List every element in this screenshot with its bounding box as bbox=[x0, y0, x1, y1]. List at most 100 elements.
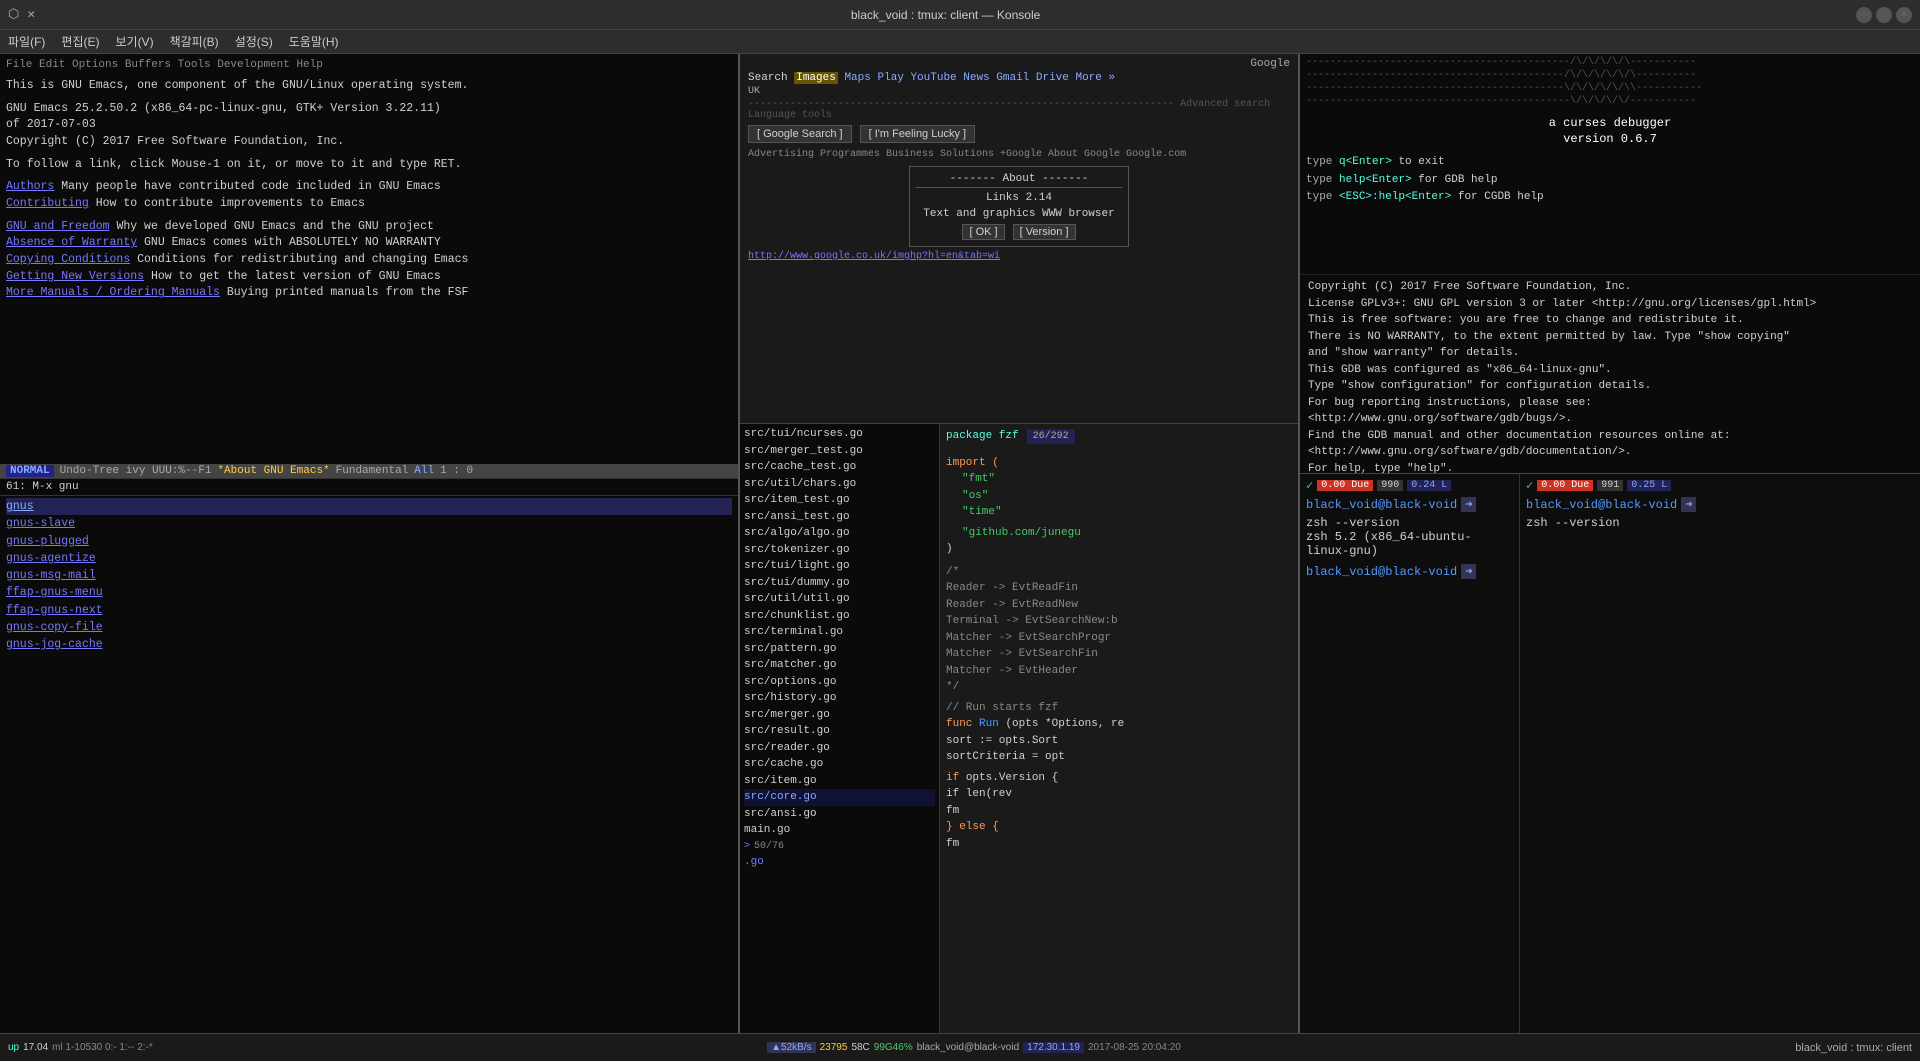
tmux1-due-badge: 0.00 Due bbox=[1317, 480, 1373, 491]
file-item-test[interactable]: src/item_test.go bbox=[744, 492, 935, 509]
title-bar-title: black_void : tmux: client — Konsole bbox=[35, 8, 1856, 22]
tmux1-hostname: black_void@black-void bbox=[1306, 498, 1457, 512]
file-terminal[interactable]: src/terminal.go bbox=[744, 624, 935, 641]
tmux1-header: ✓ 0.00 Due 990 0.24 L bbox=[1306, 478, 1513, 493]
file-chunklist[interactable]: src/chunklist.go bbox=[744, 608, 935, 625]
emacs-newver-link[interactable]: Getting New Versions bbox=[6, 270, 144, 283]
completion-gnus-plugged[interactable]: gnus-plugged bbox=[6, 533, 732, 550]
google-search-button[interactable]: [ Google Search ] bbox=[748, 125, 852, 143]
gdb-showconfig: Type "show configuration" for configurat… bbox=[1308, 378, 1912, 395]
code-len-line: if len(rev bbox=[946, 786, 1292, 803]
completion-gnus-copy-file[interactable]: gnus-copy-file bbox=[6, 619, 732, 636]
title-bar-left: ⬡ ✕ bbox=[8, 7, 35, 22]
google-version-button[interactable]: [ Version ] bbox=[1013, 224, 1076, 240]
emacs-conditions-link[interactable]: Copying Conditions bbox=[6, 253, 130, 266]
emacs-gnu-link[interactable]: GNU and Freedom bbox=[6, 220, 110, 233]
cgdb-key2: help<Enter> bbox=[1339, 174, 1412, 186]
file-reader[interactable]: src/reader.go bbox=[744, 740, 935, 757]
completion-gnus-agentize[interactable]: gnus-agentize bbox=[6, 550, 732, 567]
file-core[interactable]: src/core.go bbox=[744, 789, 935, 806]
gdb-config: This GDB was configured as "x86_64-linux… bbox=[1308, 362, 1912, 379]
file-merger[interactable]: src/merger.go bbox=[744, 707, 935, 724]
google-pane: Google Search Images Maps Play YouTube N… bbox=[740, 54, 1298, 424]
file-dummy[interactable]: src/tui/dummy.go bbox=[744, 575, 935, 592]
code-header: package fzf 26/292 bbox=[946, 428, 1292, 445]
emacs-completions-pane: 61: M-x gnu gnus gnus-slave gnus-plugged… bbox=[0, 478, 738, 1033]
main-layout: File Edit Options Buffers Tools Developm… bbox=[0, 54, 1920, 1033]
code-package: package fzf bbox=[946, 428, 1019, 445]
code-run-comment: // Run starts fzf bbox=[946, 700, 1292, 717]
emacs-follow: To follow a link, click Mouse-1 on it, o… bbox=[6, 157, 732, 174]
completion-gnus-jog-cache[interactable]: gnus-jog-cache bbox=[6, 636, 732, 653]
file-algo[interactable]: src/algo/algo.go bbox=[744, 525, 935, 542]
emacs-contributing-link[interactable]: Contributing bbox=[6, 197, 89, 210]
tmux2-check: ✓ bbox=[1526, 478, 1533, 493]
completion-gnus-msg-mail[interactable]: gnus-msg-mail bbox=[6, 567, 732, 584]
file-ansi[interactable]: src/ansi.go bbox=[744, 806, 935, 823]
file-util[interactable]: src/util/util.go bbox=[744, 591, 935, 608]
code-line-num: 26/292 bbox=[1027, 429, 1075, 444]
emacs-completion-list: gnus gnus-slave gnus-plugged gnus-agenti… bbox=[0, 495, 738, 655]
status-network: ▲52kB/s bbox=[767, 1042, 815, 1053]
google-url: http://www.google.co.uk/imghp?hl=en&tab=… bbox=[748, 251, 1290, 262]
gdb-bugurl: <http://www.gnu.org/software/gdb/bugs/>. bbox=[1308, 411, 1912, 428]
completion-gnus-slave[interactable]: gnus-slave bbox=[6, 515, 732, 532]
file-cache[interactable]: src/cache.go bbox=[744, 756, 935, 773]
emacs-manuals-link[interactable]: More Manuals / Ordering Manuals bbox=[6, 286, 220, 299]
menu-help[interactable]: 도움말(H) bbox=[289, 33, 339, 50]
file-chars[interactable]: src/util/chars.go bbox=[744, 476, 935, 493]
menu-view[interactable]: 보기(V) bbox=[115, 33, 153, 50]
cgdb-key3: <ESC>:help<Enter> bbox=[1339, 191, 1451, 203]
cgdb-title: a curses debugger bbox=[1306, 116, 1914, 130]
file-count-area: > 50/76 bbox=[744, 839, 935, 854]
file-tokenizer[interactable]: src/tokenizer.go bbox=[744, 542, 935, 559]
about-label: About bbox=[1002, 173, 1035, 185]
file-pattern[interactable]: src/pattern.go bbox=[744, 641, 935, 658]
google-images-highlight[interactable]: Images bbox=[794, 72, 838, 84]
completion-gnus[interactable]: gnus bbox=[6, 498, 732, 515]
tmux1-num: 990 bbox=[1377, 480, 1403, 491]
file-matcher[interactable]: src/matcher.go bbox=[744, 657, 935, 674]
menu-file[interactable]: 파일(F) bbox=[8, 33, 45, 50]
minimize-button[interactable]: ─ bbox=[1856, 7, 1872, 23]
tmux2-hostname: black_void@black-void bbox=[1526, 498, 1677, 512]
status-ip: 172.30.1.19 bbox=[1023, 1042, 1084, 1053]
app-icon: ⬡ bbox=[8, 7, 19, 22]
file-ncurses[interactable]: src/tui/ncurses.go bbox=[744, 426, 935, 443]
completion-ffap-gnus-menu[interactable]: ffap-gnus-menu bbox=[6, 584, 732, 601]
file-item[interactable]: src/item.go bbox=[744, 773, 935, 790]
file-main[interactable]: main.go bbox=[744, 822, 935, 839]
menu-settings[interactable]: 설정(S) bbox=[235, 33, 273, 50]
file-count: 50/76 bbox=[754, 839, 784, 854]
code-comment-close: */ bbox=[946, 679, 1292, 696]
close-button[interactable]: ✕ bbox=[1896, 7, 1912, 23]
status-cpu: 99G46% bbox=[874, 1042, 913, 1053]
file-history[interactable]: src/history.go bbox=[744, 690, 935, 707]
file-ansi-test[interactable]: src/ansi_test.go bbox=[744, 509, 935, 526]
file-light[interactable]: src/tui/light.go bbox=[744, 558, 935, 575]
emacs-menu-line: File Edit Options Buffers Tools Developm… bbox=[6, 58, 732, 74]
code-else-line: } else { bbox=[946, 819, 1292, 836]
cgdb-section: ----------------------------------------… bbox=[1300, 54, 1920, 474]
emacs-authors-link[interactable]: Authors bbox=[6, 180, 54, 193]
tmux2-arrow-badge: ➜ bbox=[1681, 497, 1696, 512]
maximize-button[interactable]: □ bbox=[1876, 7, 1892, 23]
tmux-section: ✓ 0.00 Due 990 0.24 L black_void@black-v… bbox=[1300, 474, 1920, 1033]
completion-ffap-gnus-next[interactable]: ffap-gnus-next bbox=[6, 602, 732, 619]
file-go-input: .go bbox=[744, 854, 935, 871]
google-ok-button[interactable]: [ OK ] bbox=[962, 224, 1004, 240]
file-options[interactable]: src/options.go bbox=[744, 674, 935, 691]
file-cache-test[interactable]: src/cache_test.go bbox=[744, 459, 935, 476]
tmux1-check: ✓ bbox=[1306, 478, 1313, 493]
emacs-warranty-link[interactable]: Absence of Warranty bbox=[6, 236, 137, 249]
menu-bookmarks[interactable]: 책갈피(B) bbox=[170, 33, 219, 50]
file-result[interactable]: src/result.go bbox=[744, 723, 935, 740]
code-imports: "fmt" "os" "time" "github.com/junegu bbox=[946, 471, 1292, 541]
tmux2-due-badge: 0.00 Due bbox=[1537, 480, 1593, 491]
google-lucky-button[interactable]: [ I'm Feeling Lucky ] bbox=[860, 125, 975, 143]
emacs-conditions-line: Copying Conditions Conditions for redist… bbox=[6, 252, 732, 269]
code-if-line: if opts.Version { bbox=[946, 770, 1292, 787]
menu-edit[interactable]: 편집(E) bbox=[61, 33, 99, 50]
file-merger-test[interactable]: src/merger_test.go bbox=[744, 443, 935, 460]
tmux1-output1: zsh 5.2 (x86_64-ubuntu-linux-gnu) bbox=[1306, 530, 1513, 558]
